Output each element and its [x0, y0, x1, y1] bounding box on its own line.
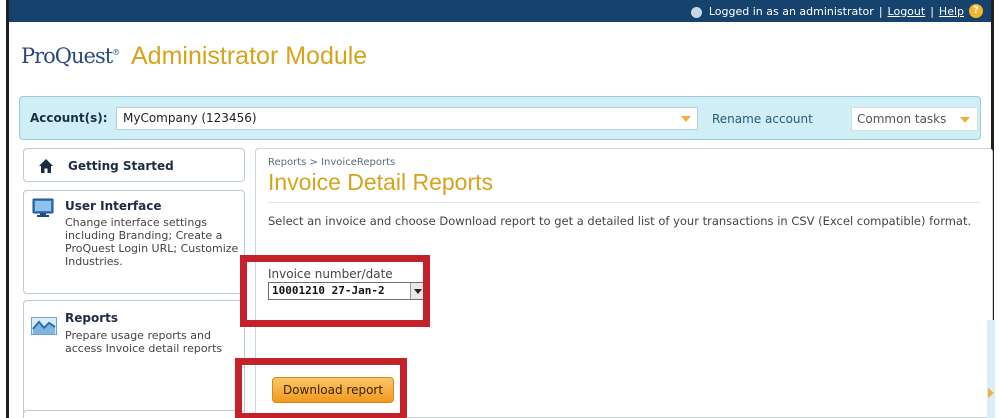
highlight-invoice-select — [240, 255, 430, 327]
sidebar-item-next[interactable] — [23, 410, 245, 418]
panel-scroll-handle[interactable] — [987, 320, 995, 418]
logout-link[interactable]: Logout — [888, 5, 926, 18]
divider — [268, 202, 980, 203]
common-tasks-dropdown[interactable]: Common tasks — [851, 107, 978, 131]
proquest-logo: ProQuest® — [21, 44, 120, 68]
app-title: Administrator Module — [131, 42, 368, 70]
common-tasks-label: Common tasks — [857, 112, 947, 126]
page-title: Invoice Detail Reports — [268, 169, 493, 195]
logged-in-text: Logged in as an administrator — [708, 4, 874, 18]
account-label: Account(s): — [30, 111, 108, 125]
sidebar-item-label: User Interface — [65, 199, 162, 213]
breadcrumb[interactable]: Reports > InvoiceReports — [268, 157, 395, 168]
browser-frame: Logged in as an administrator | Logout |… — [6, 0, 995, 418]
rename-account-link[interactable]: Rename account — [712, 112, 813, 126]
user-icon — [690, 6, 702, 18]
help-icon[interactable]: ? — [969, 4, 983, 18]
sidebar-item-getting-started[interactable]: Getting Started — [23, 148, 245, 182]
account-bar: Account(s): MyCompany (123456) Rename ac… — [19, 96, 981, 140]
help-link[interactable]: Help — [939, 5, 964, 18]
chevron-right-icon — [988, 388, 994, 398]
chevron-down-icon — [960, 117, 970, 123]
sidebar-item-description: Change interface settings including Bran… — [65, 216, 239, 268]
user-links: Logged in as an administrator | Logout |… — [690, 4, 983, 18]
chevron-down-icon — [681, 116, 691, 122]
separator: | — [930, 4, 934, 18]
monitor-icon — [32, 198, 54, 217]
home-icon — [39, 159, 53, 173]
separator: | — [878, 4, 883, 18]
sidebar-item-reports[interactable]: Reports Prepare usage reports and access… — [23, 300, 245, 416]
instructions-text: Select an invoice and choose Download re… — [268, 214, 972, 228]
app-header: ProQuest® Administrator Module — [9, 22, 991, 90]
sidebar-item-user-interface[interactable]: User Interface Change interface settings… — [23, 190, 245, 294]
sidebar-item-label: Getting Started — [68, 159, 174, 173]
top-bar: Logged in as an administrator | Logout |… — [9, 0, 991, 22]
sidebar-item-description: Prepare usage reports and access Invoice… — [65, 329, 223, 355]
account-select[interactable]: MyCompany (123456) — [116, 107, 698, 130]
reports-icon — [31, 317, 57, 335]
sidebar-item-label: Reports — [65, 311, 119, 325]
highlight-download-button — [235, 358, 407, 418]
account-select-value: MyCompany (123456) — [123, 111, 257, 125]
